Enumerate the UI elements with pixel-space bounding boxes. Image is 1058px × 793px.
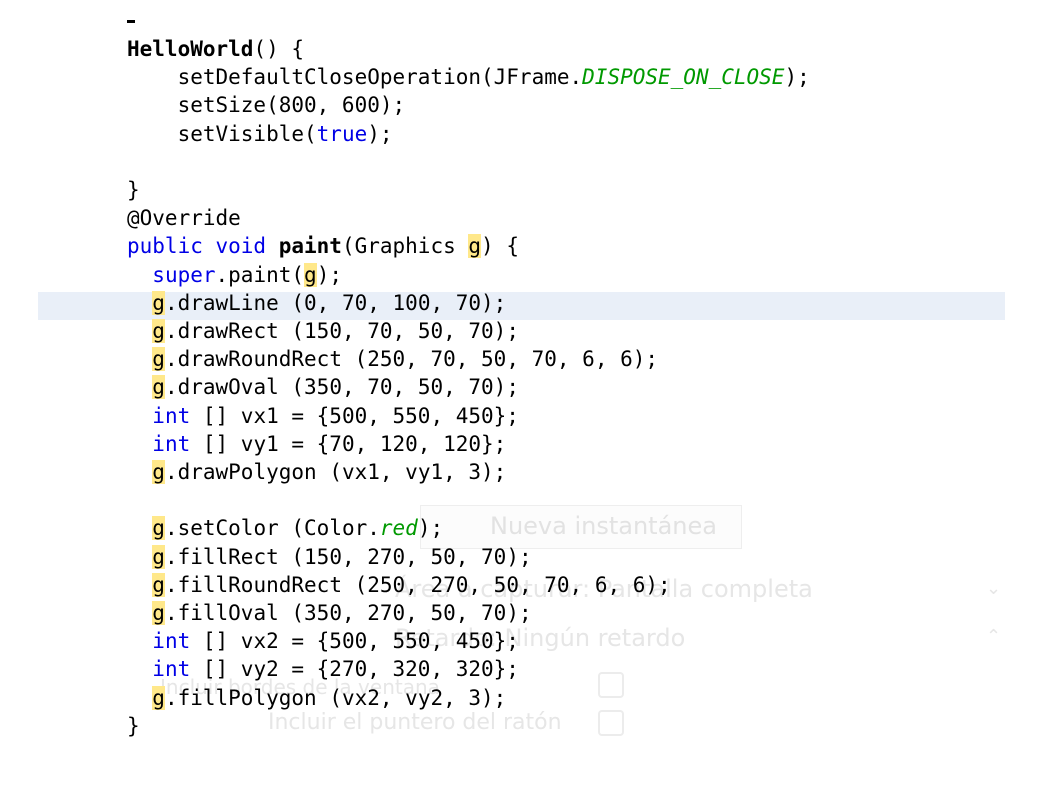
code-token: .drawRoundRect (250, 70, 50, 70, 6, 6); xyxy=(164,347,659,372)
code-line[interactable]: g.fillOval (350, 270, 50, 70); xyxy=(127,599,532,627)
code-line[interactable]: setSize(800, 600); xyxy=(127,91,406,119)
code-line[interactable]: g.fillRoundRect (250, 270, 50, 70, 6, 6)… xyxy=(127,571,671,599)
code-line[interactable]: public void paint(Graphics g) { xyxy=(127,232,519,260)
code-token: int xyxy=(152,629,191,654)
code-token: .fillOval (350, 270, 50, 70); xyxy=(164,601,532,625)
code-token: g xyxy=(152,572,165,597)
code-token: () { xyxy=(253,37,305,61)
code-token: int xyxy=(152,657,191,682)
code-token: ); xyxy=(417,516,444,541)
code-token: .fillPolygon (vx2, vy2, 3); xyxy=(164,685,507,710)
fold-marker xyxy=(127,20,135,23)
code-line[interactable]: g.fillRect (150, 270, 50, 70); xyxy=(127,543,532,571)
code-token: g xyxy=(152,290,165,315)
code-token: .drawPolygon (vx1, vy1, 3); xyxy=(164,460,507,484)
code-token: setSize(800, 600); xyxy=(127,93,406,118)
code-token: g xyxy=(152,516,165,541)
code-line[interactable]: int [] vx1 = {500, 550, 450}; xyxy=(127,402,519,430)
code-token: .setColor (Color. xyxy=(164,516,380,541)
code-token: paint xyxy=(278,234,342,259)
code-line[interactable]: int [] vy2 = {270, 320, 320}; xyxy=(127,655,519,683)
code-token: ); xyxy=(367,121,393,146)
code-line[interactable]: g.drawRoundRect (250, 70, 50, 70, 6, 6); xyxy=(127,345,658,373)
code-line[interactable]: g.drawLine (0, 70, 100, 70); xyxy=(127,289,506,317)
code-token: g xyxy=(152,375,165,400)
code-token: int xyxy=(152,431,191,456)
code-editor[interactable]: HelloWorld() { setDefaultCloseOperation(… xyxy=(0,0,1058,793)
code-token: .drawOval (350, 70, 50, 70); xyxy=(164,375,519,400)
code-line[interactable]: @Override xyxy=(127,204,241,232)
code-token: .drawRect (150, 70, 50, 70); xyxy=(164,319,519,343)
code-line[interactable]: int [] vx2 = {500, 550, 450}; xyxy=(127,627,519,655)
code-token: true xyxy=(316,121,368,146)
code-token: [] vy2 = {270, 320, 320}; xyxy=(190,657,519,682)
code-token: public void xyxy=(127,234,279,259)
code-token: g xyxy=(152,460,165,484)
code-token: setDefaultCloseOperation(JFrame. xyxy=(127,65,583,90)
code-line[interactable]: setVisible(true); xyxy=(127,120,393,148)
code-line[interactable]: g.setColor (Color.red); xyxy=(127,514,443,542)
code-token: g xyxy=(152,544,165,569)
code-token: } xyxy=(127,713,140,738)
code-token: g xyxy=(304,262,317,287)
code-line[interactable]: int [] vy1 = {70, 120, 120}; xyxy=(127,430,506,458)
code-line[interactable]: } xyxy=(127,176,140,204)
code-token: } xyxy=(127,178,140,202)
code-line[interactable]: HelloWorld() { xyxy=(127,35,304,63)
code-token: HelloWorld xyxy=(127,37,254,61)
code-line[interactable]: super.paint(g); xyxy=(127,261,342,289)
code-line[interactable]: g.fillPolygon (vx2, vy2, 3); xyxy=(127,684,506,712)
code-token: setVisible( xyxy=(127,121,317,146)
code-token: .paint( xyxy=(215,262,305,287)
code-line[interactable]: g.drawOval (350, 70, 50, 70); xyxy=(127,373,519,401)
code-token: ) { xyxy=(481,234,519,259)
code-line[interactable]: } xyxy=(127,712,140,740)
code-token: g xyxy=(152,319,165,343)
code-token: red xyxy=(379,516,418,541)
code-token: .fillRoundRect (250, 270, 50, 70, 6, 6); xyxy=(164,572,671,597)
code-token: DISPOSE_ON_CLOSE xyxy=(582,65,785,90)
code-line[interactable]: g.drawPolygon (vx1, vy1, 3); xyxy=(127,458,506,486)
code-line[interactable]: g.drawRect (150, 70, 50, 70); xyxy=(127,317,519,345)
code-token: (Graphics xyxy=(341,234,469,259)
code-token: .drawLine (0, 70, 100, 70); xyxy=(164,290,507,315)
code-token: super xyxy=(152,262,216,287)
code-token: g xyxy=(152,347,165,372)
code-token: [] vx1 = {500, 550, 450}; xyxy=(190,403,519,428)
code-token: .fillRect (150, 270, 50, 70); xyxy=(164,544,532,569)
code-token: int xyxy=(152,403,191,428)
code-token: ); xyxy=(316,262,342,287)
code-token: [] vx2 = {500, 550, 450}; xyxy=(190,629,519,654)
code-token: ); xyxy=(784,65,810,90)
code-token: @Override xyxy=(127,206,241,231)
code-token: g xyxy=(152,685,165,710)
code-token: g xyxy=(468,234,482,259)
code-token: [] vy1 = {70, 120, 120}; xyxy=(190,431,507,456)
code-token: g xyxy=(152,601,165,625)
code-line[interactable]: setDefaultCloseOperation(JFrame.DISPOSE_… xyxy=(127,63,810,91)
